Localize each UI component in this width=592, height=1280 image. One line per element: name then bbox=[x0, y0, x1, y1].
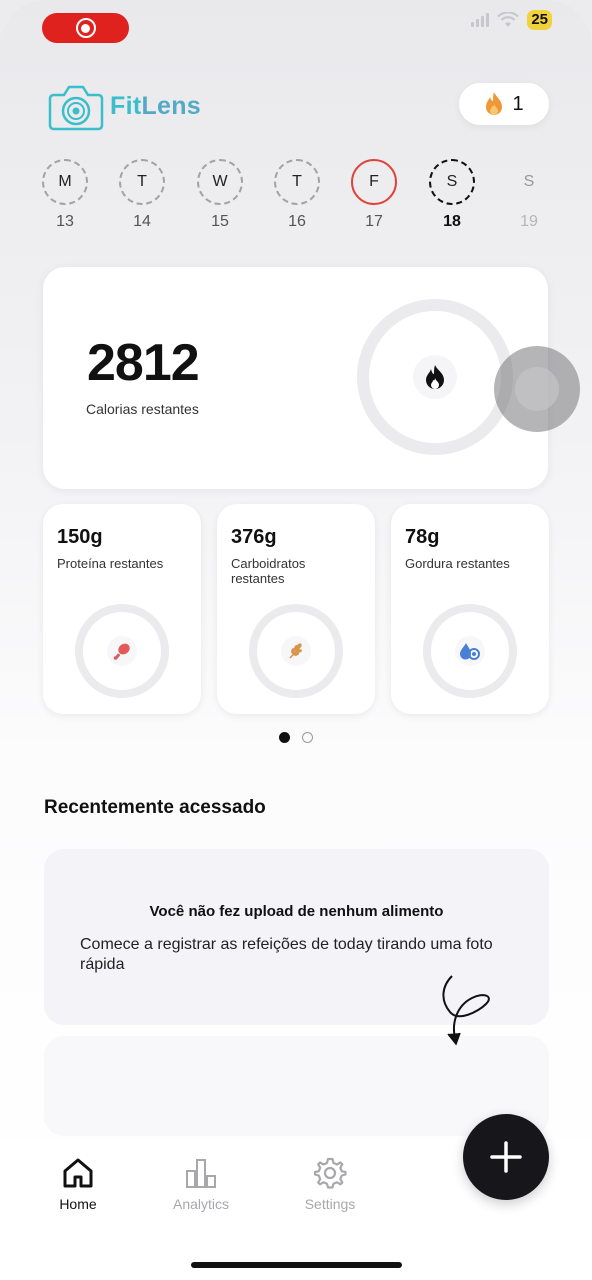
flame-icon bbox=[426, 365, 444, 389]
bar-chart-icon bbox=[186, 1159, 216, 1188]
wifi-icon bbox=[497, 12, 520, 27]
wheat-icon bbox=[289, 643, 302, 659]
fat-icon-badge bbox=[455, 636, 485, 666]
brand-name-lens: Lens bbox=[141, 91, 202, 120]
tab-settings[interactable]: Settings bbox=[285, 1156, 375, 1212]
carbs-progress-ring bbox=[249, 604, 343, 698]
calories-progress-ring bbox=[357, 299, 513, 455]
streak-badge[interactable]: 1 bbox=[459, 83, 549, 125]
protein-card[interactable]: 150g Proteína restantes bbox=[43, 504, 201, 714]
protein-icon-badge bbox=[107, 636, 137, 666]
app-logo: FitLens bbox=[48, 78, 216, 134]
day-letter: W bbox=[197, 159, 243, 205]
status-bar-right: 25 bbox=[471, 10, 552, 30]
day-letter: F bbox=[351, 159, 397, 205]
fat-drop-icon bbox=[460, 643, 480, 660]
tab-settings-label: Settings bbox=[304, 1196, 356, 1212]
record-icon bbox=[75, 18, 96, 38]
calories-flame-badge bbox=[413, 355, 457, 399]
page-indicator[interactable] bbox=[279, 732, 313, 743]
gear-icon bbox=[313, 1157, 347, 1189]
calories-remaining-label: Calorias restantes bbox=[86, 401, 199, 417]
day-letter: S bbox=[523, 173, 535, 190]
curved-arrow-icon bbox=[442, 975, 490, 1046]
fat-label: Gordura restantes bbox=[405, 556, 510, 571]
protein-progress-ring bbox=[75, 604, 169, 698]
day-5[interactable]: F 17 bbox=[350, 159, 398, 231]
protein-value: 150g bbox=[57, 526, 103, 548]
day-6[interactable]: S 18 bbox=[428, 159, 476, 231]
plus-icon bbox=[490, 1141, 522, 1173]
tab-home[interactable]: Home bbox=[33, 1156, 123, 1212]
flame-icon bbox=[486, 92, 503, 115]
streak-count: 1 bbox=[512, 92, 524, 115]
day-1[interactable]: M 13 bbox=[41, 159, 89, 231]
day-date: 13 bbox=[56, 213, 74, 230]
home-icon bbox=[63, 1158, 93, 1188]
protein-label: Proteína restantes bbox=[57, 556, 164, 571]
week-selector: M 13 T 14 W 15 T 16 F 17 S 18 S 19 bbox=[41, 159, 551, 234]
carbs-label: Carboidratos restantes bbox=[231, 556, 306, 586]
empty-state-text: Comece a registrar as refeições de today… bbox=[80, 936, 493, 973]
day-2[interactable]: T 14 bbox=[118, 159, 166, 231]
day-letter: M bbox=[42, 159, 88, 205]
tab-analytics[interactable]: Analytics bbox=[156, 1156, 246, 1212]
carbs-card[interactable]: 376g Carboidratos restantes bbox=[217, 504, 375, 714]
empty-state-title: Você não fez upload de nenhum alimento bbox=[149, 903, 444, 920]
day-letter: S bbox=[429, 159, 475, 205]
add-meal-button[interactable] bbox=[463, 1114, 549, 1200]
day-date: 15 bbox=[211, 213, 229, 230]
cellular-signal-icon bbox=[471, 13, 490, 27]
day-date: 14 bbox=[133, 213, 151, 230]
touch-indicator bbox=[494, 346, 580, 432]
day-7[interactable]: S 19 bbox=[505, 159, 553, 231]
day-4[interactable]: T 16 bbox=[273, 159, 321, 231]
drumstick-icon bbox=[113, 643, 130, 660]
page-dot-2[interactable] bbox=[302, 732, 313, 743]
home-indicator[interactable] bbox=[191, 1262, 402, 1268]
battery-indicator: 25 bbox=[527, 10, 552, 30]
calories-remaining-value: 2812 bbox=[87, 334, 200, 392]
brand-name: FitLens bbox=[110, 92, 201, 121]
tab-home-label: Home bbox=[59, 1196, 97, 1212]
day-date: 16 bbox=[288, 213, 306, 230]
calories-card[interactable]: 2812 Calorias restantes bbox=[43, 267, 548, 489]
day-date: 19 bbox=[520, 213, 538, 230]
fat-progress-ring bbox=[423, 604, 517, 698]
day-date: 17 bbox=[365, 213, 383, 230]
day-date: 18 bbox=[443, 213, 461, 230]
app-screen: 25 FitLens 1 M 13 T 14 W 15 T 16 F 17 S 18 S 19 2812 … bbox=[0, 0, 592, 1280]
tab-analytics-label: Analytics bbox=[172, 1196, 230, 1212]
day-3[interactable]: W 15 bbox=[196, 159, 244, 231]
day-letter: T bbox=[274, 159, 320, 205]
page-dot-1[interactable] bbox=[279, 732, 290, 743]
brand-name-fit: Fit bbox=[110, 91, 142, 120]
screen-recording-indicator[interactable] bbox=[42, 13, 129, 43]
fat-card[interactable]: 78g Gordura restantes bbox=[391, 504, 549, 714]
day-letter: T bbox=[119, 159, 165, 205]
fat-value: 78g bbox=[405, 526, 440, 548]
carbs-value: 376g bbox=[231, 526, 277, 548]
carbs-icon-badge bbox=[281, 636, 311, 666]
camera-logo-icon bbox=[48, 85, 104, 131]
recent-section-title: Recentemente acessado bbox=[44, 797, 266, 818]
